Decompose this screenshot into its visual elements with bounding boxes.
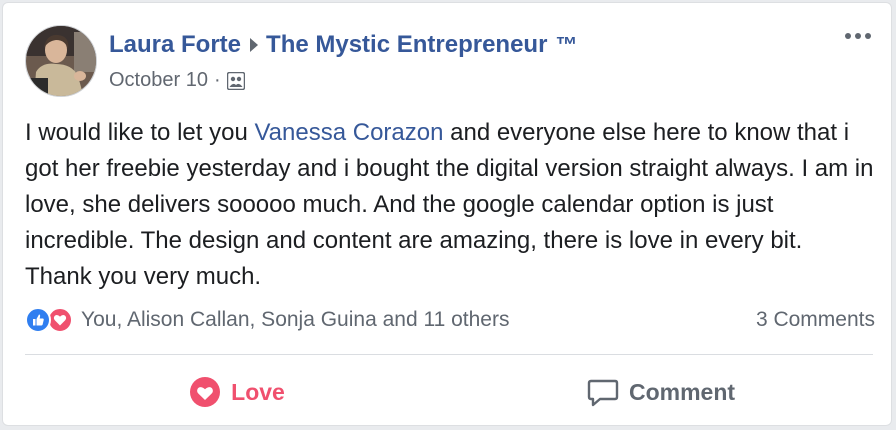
reactions-bar: You, Alison Callan, Sonja Guina and 11 o…	[25, 305, 875, 335]
post-meta: October 10 ·	[109, 69, 245, 92]
group-name-link[interactable]: The Mystic Entrepreneur	[266, 31, 547, 59]
reactions-summary[interactable]: You, Alison Callan, Sonja Guina and 11 o…	[81, 308, 509, 332]
love-button[interactable]: Love	[25, 363, 449, 421]
post-body: I would like to let you Vanessa Corazon …	[25, 115, 875, 295]
comments-count-link[interactable]: 3 Comments	[756, 308, 875, 332]
mention-link[interactable]: Vanessa Corazon	[254, 119, 443, 146]
comment-bubble-icon	[587, 376, 619, 408]
group-audience-icon[interactable]	[226, 71, 245, 90]
post-date-link[interactable]: October 10	[109, 69, 208, 92]
reaction-icons[interactable]	[25, 307, 73, 333]
more-options-icon[interactable]	[845, 33, 871, 39]
post-body-start: I would like to let you	[25, 119, 255, 146]
post-card: Laura Forte The Mystic Entrepreneur ™ Oc…	[2, 2, 892, 426]
like-reaction-icon	[25, 307, 51, 333]
post-header: Laura Forte The Mystic Entrepreneur ™	[109, 31, 577, 59]
love-button-label: Love	[231, 378, 285, 405]
comment-button-label: Comment	[628, 378, 736, 405]
actions-divider	[25, 354, 873, 355]
heart-icon	[189, 376, 221, 408]
meta-separator: ·	[213, 69, 221, 91]
author-name-link[interactable]: Laura Forte	[109, 31, 241, 59]
comment-button[interactable]: Comment	[449, 363, 873, 421]
caret-right-icon	[250, 38, 259, 52]
post-actions: Love Comment	[25, 363, 873, 421]
trademark-symbol: ™	[555, 32, 578, 57]
author-avatar[interactable]	[25, 25, 97, 97]
